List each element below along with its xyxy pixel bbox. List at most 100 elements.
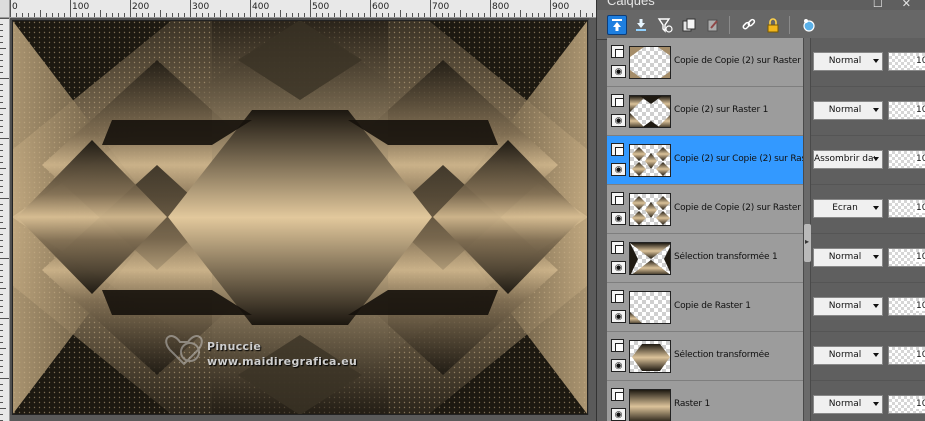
layer-type-icon[interactable] <box>611 94 624 107</box>
layer-row[interactable]: ◉ Raster 1 <box>607 381 803 421</box>
blend-mode-value: Normal <box>828 105 862 115</box>
blend-mode-select[interactable]: Normal <box>813 101 883 120</box>
layer-properties-row: Normal 100 <box>811 381 925 421</box>
visibility-eye-icon[interactable]: ◉ <box>611 212 626 225</box>
ruler-tick <box>184 13 185 17</box>
ruler-tick <box>292 13 293 17</box>
ruler-tick <box>0 24 3 25</box>
ruler-tick <box>478 13 479 17</box>
opacity-field[interactable]: 100 <box>888 199 925 218</box>
ruler-tick <box>466 13 467 17</box>
layer-type-icon[interactable] <box>611 143 624 156</box>
layer-row[interactable]: ◉ Copie de Copie (2) sur Raster 1 <box>607 185 803 234</box>
opacity-field[interactable]: 100 <box>888 101 925 120</box>
layer-name: Copie (2) sur Copie (2) sur Raster 1 <box>674 154 803 164</box>
ruler-tick <box>0 204 3 205</box>
layer-thumbnail <box>629 144 671 177</box>
layer-thumbnail <box>629 340 671 373</box>
layer-name: Raster 1 <box>674 399 711 409</box>
ruler-tick <box>0 276 3 277</box>
ruler-tick <box>0 126 3 127</box>
ruler-tick <box>0 228 6 229</box>
visibility-eye-icon[interactable]: ◉ <box>611 310 626 323</box>
visibility-eye-icon[interactable]: ◉ <box>611 65 626 78</box>
layer-type-icon[interactable] <box>611 241 624 254</box>
canvas-pane: 0 100 200 300 400 500 600 700 800 900 Pi… <box>0 0 596 421</box>
opacity-field[interactable]: 100 <box>888 297 925 316</box>
ruler-tick <box>0 120 3 121</box>
panel-window-controls[interactable]: ☐ ✕ <box>873 0 919 10</box>
ruler-tick <box>232 13 233 17</box>
layer-properties-row: Normal 100 <box>811 332 925 381</box>
chevron-down-icon <box>873 255 879 259</box>
layer-row[interactable]: ◉ Sélection transformée 1 <box>607 234 803 283</box>
layer-type-icon[interactable] <box>611 388 624 401</box>
opacity-field[interactable]: 100 <box>888 150 925 169</box>
visibility-eye-icon[interactable]: ◉ <box>611 408 626 421</box>
visibility-eye-icon[interactable]: ◉ <box>611 261 626 274</box>
layer-row[interactable]: ◉ Copie (2) sur Raster 1 <box>607 87 803 136</box>
blend-mode-select[interactable]: Assombrir davantage <box>813 150 883 169</box>
ruler-tick <box>226 13 227 17</box>
ruler-label: 800 <box>492 2 510 12</box>
ruler-tick <box>0 402 3 403</box>
ruler-tick <box>310 0 311 17</box>
layer-name: Copie de Copie (2) sur Raster 1 <box>674 56 803 66</box>
layer-type-icon[interactable] <box>611 192 624 205</box>
opacity-field[interactable]: 100 <box>888 248 925 267</box>
blend-mode-select[interactable]: Normal <box>813 297 883 316</box>
blend-mode-select[interactable]: Normal <box>813 248 883 267</box>
ruler-tick <box>0 216 3 217</box>
layer-row[interactable]: ◉ Copie de Raster 1 <box>607 283 803 332</box>
copy-icon[interactable] <box>679 15 699 35</box>
ruler-tick <box>388 13 389 17</box>
horizontal-scrollbar[interactable] <box>10 415 596 421</box>
blend-mode-select[interactable]: Normal <box>813 52 883 71</box>
ruler-tick <box>34 13 35 17</box>
ruler-tick <box>22 13 23 17</box>
layer-type-icon[interactable] <box>611 339 624 352</box>
lock-icon[interactable] <box>763 15 783 35</box>
mask-icon[interactable] <box>799 15 819 35</box>
ruler-tick <box>0 192 3 193</box>
ruler-tick <box>550 0 551 17</box>
splitter-handle[interactable]: ▸ <box>804 224 811 262</box>
ruler-tick <box>0 18 9 19</box>
ruler-label: 500 <box>312 2 330 12</box>
ruler-tick <box>0 342 3 343</box>
vertical-scrollbar[interactable] <box>589 18 596 415</box>
opacity-field[interactable]: 100 <box>888 346 925 365</box>
opacity-field[interactable]: 100 <box>888 52 925 71</box>
visibility-eye-icon[interactable]: ◉ <box>611 114 626 127</box>
panel-splitter[interactable]: ▸ <box>803 38 811 421</box>
ruler-tick <box>412 13 413 17</box>
opacity-field[interactable]: 100 <box>888 395 925 414</box>
ruler-tick <box>0 210 3 211</box>
move-layer-down-icon[interactable] <box>631 15 651 35</box>
ruler-tick <box>136 13 137 17</box>
visibility-eye-icon[interactable]: ◉ <box>611 163 626 176</box>
layer-type-icon[interactable] <box>611 45 624 58</box>
layer-row[interactable]: ◉ Copie de Copie (2) sur Raster 1 <box>607 38 803 87</box>
filter-icon[interactable] <box>655 15 675 35</box>
ruler-tick <box>10 0 11 17</box>
ruler-label: 900 <box>552 2 570 12</box>
layer-name: Sélection transformée 1 <box>674 252 778 262</box>
ruler-tick <box>400 10 401 17</box>
blend-mode-select[interactable]: Écran <box>813 199 883 218</box>
layer-row[interactable]: ◉ Sélection transformée <box>607 332 803 381</box>
layer-row[interactable]: ◉ Copie (2) sur Copie (2) sur Raster 1 <box>607 136 803 185</box>
move-layer-up-icon[interactable] <box>607 15 627 35</box>
layer-thumbnail <box>629 46 671 79</box>
visibility-eye-icon[interactable]: ◉ <box>611 359 626 372</box>
ruler-tick <box>0 114 3 115</box>
link-icon[interactable] <box>739 15 759 35</box>
layer-type-icon[interactable] <box>611 290 624 303</box>
ruler-tick <box>304 13 305 17</box>
ruler-tick <box>0 264 3 265</box>
layers-toolbar <box>597 10 925 40</box>
edit-icon[interactable] <box>703 15 723 35</box>
blend-mode-select[interactable]: Normal <box>813 346 883 365</box>
watermark-text: Pinuccie www.maidiregrafica.eu <box>207 339 357 369</box>
blend-mode-select[interactable]: Normal <box>813 395 883 414</box>
